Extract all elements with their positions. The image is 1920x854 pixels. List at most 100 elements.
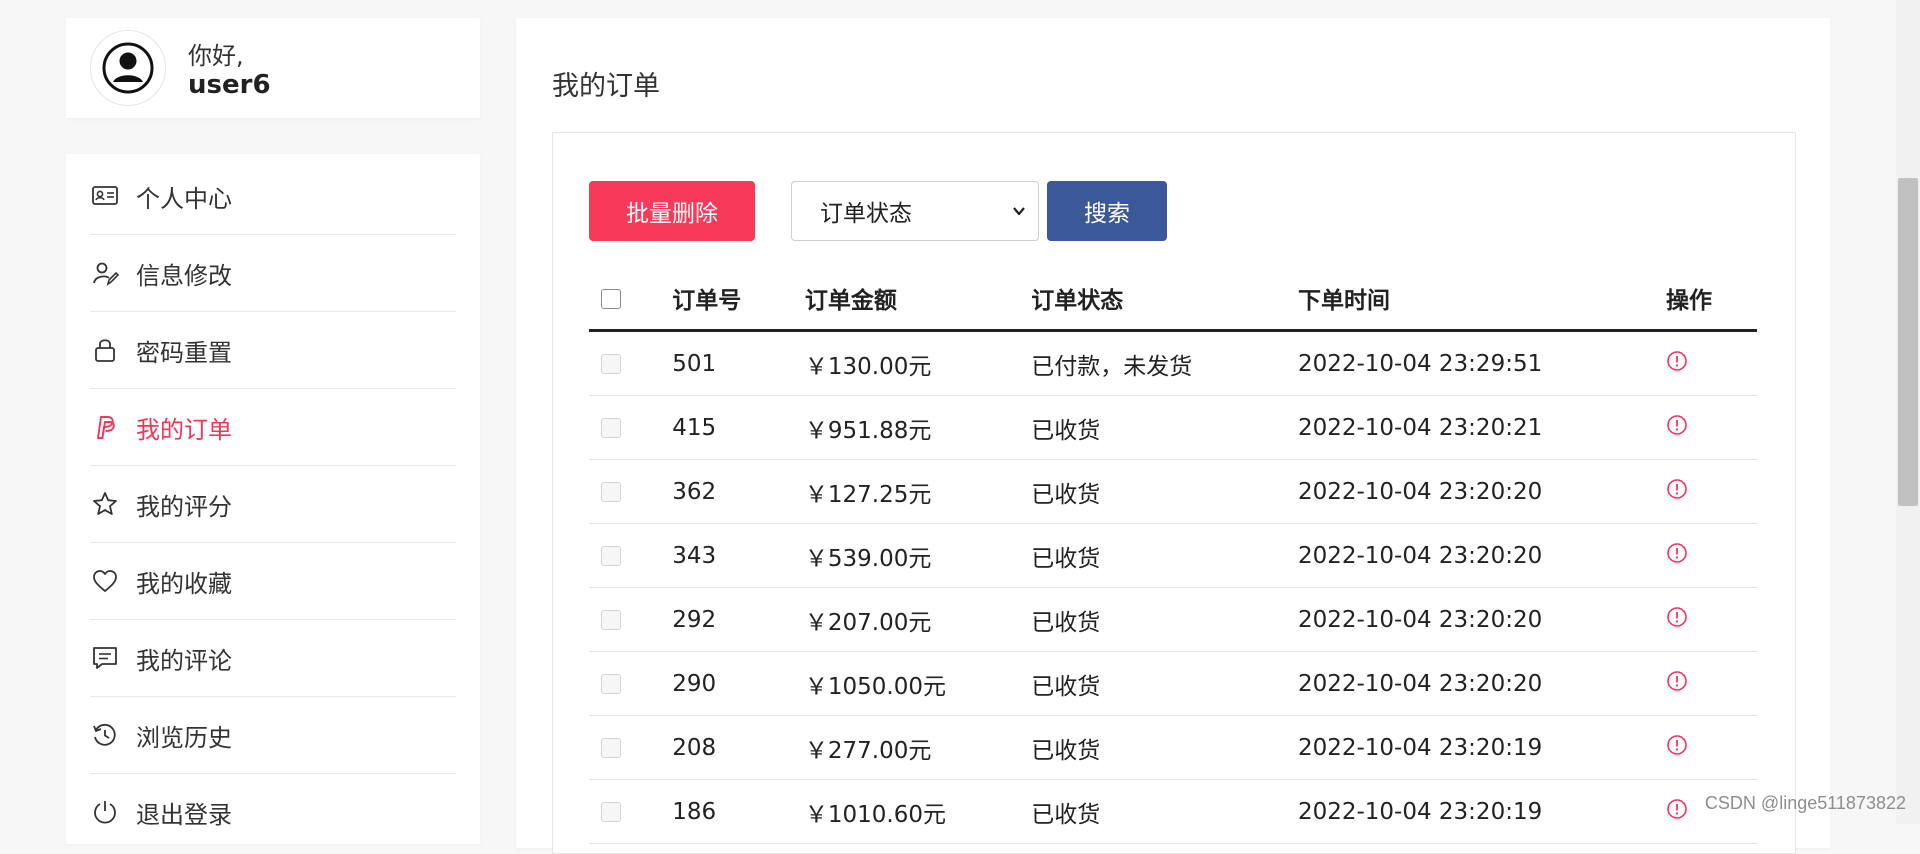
sidebar-item-my-comments[interactable]: 我的评论 [90,620,456,697]
table-row: 362 ￥127.25元 已收货 2022-10-04 23:20:20 [589,459,1757,524]
greeting-text: 你好, [188,42,244,70]
sidebar-item-label: 退出登录 [136,800,232,829]
scrollbar-thumb[interactable] [1898,178,1918,506]
order-status-cell: 已付款，未发货 [1031,330,1298,396]
select-all-checkbox[interactable] [601,288,621,309]
page-scrollbar[interactable] [1896,0,1920,824]
chevron-down-icon [1013,207,1025,216]
order-time-cell: 2022-10-04 23:20:20 [1297,523,1666,588]
row-checkbox[interactable] [601,354,621,374]
action-cell [1665,395,1757,460]
sidebar-item-my-ratings[interactable]: 我的评分 [90,466,456,543]
header-order-amount: 订单金额 [804,267,1032,332]
action-cell [1665,523,1757,588]
order-id-cell: 292 [672,587,805,652]
table-row: 292 ￥207.00元 已收货 2022-10-04 23:20:20 [589,587,1757,652]
action-cell [1665,459,1757,524]
sidebar-item-label: 我的评论 [136,646,232,675]
table-row: 415 ￥951.88元 已收货 2022-10-04 23:20:21 [589,395,1757,460]
info-circle-icon[interactable] [1666,414,1688,436]
row-checkbox[interactable] [601,674,621,694]
header-order-status: 订单状态 [1031,267,1298,332]
header-actions: 操作 [1665,267,1757,332]
order-time-cell: 2022-10-04 23:29:51 [1297,330,1666,396]
header-order-id: 订单号 [672,267,805,332]
sidebar-item-my-favorites[interactable]: 我的收藏 [90,543,456,620]
info-circle-icon[interactable] [1666,734,1688,756]
table-row: 290 ￥1050.00元 已收货 2022-10-04 23:20:20 [589,651,1757,716]
user-card: 你好, user6 [66,18,480,118]
order-time-cell: 2022-10-04 23:20:20 [1297,587,1666,652]
row-checkbox[interactable] [601,482,621,502]
order-status-cell: 已收货 [1031,779,1298,844]
info-circle-icon[interactable] [1666,542,1688,564]
sidebar-item-password-reset[interactable]: 密码重置 [90,312,456,389]
history-icon [90,720,120,750]
info-circle-icon[interactable] [1666,478,1688,500]
order-amount-cell: ￥277.00元 [804,715,1032,780]
page-title: 我的订单 [552,71,660,102]
order-id-cell: 186 [672,779,805,844]
order-id-cell: 415 [672,395,805,460]
sidebar-item-label: 个人中心 [136,184,232,213]
power-icon [90,797,120,827]
order-status-cell: 已收货 [1031,587,1298,652]
action-cell [1665,651,1757,716]
order-status-cell: 已收货 [1031,459,1298,524]
sidebar-item-label: 我的订单 [136,415,232,444]
action-cell [1665,330,1757,396]
sidebar-item-my-orders[interactable]: 我的订单 [90,389,456,466]
order-id-cell: 362 [672,459,805,524]
order-status-select[interactable]: 订单状态 [791,181,1039,241]
lock-icon [90,335,120,365]
username: user6 [188,70,271,100]
paypal-icon [90,412,120,442]
sidebar-item-label: 浏览历史 [136,723,232,752]
order-id-cell: 343 [672,523,805,588]
row-checkbox[interactable] [601,610,621,630]
table-header-row: 订单号 订单金额 订单状态 下单时间 操作 [589,267,1757,332]
order-amount-cell: ￥130.00元 [804,330,1032,396]
row-checkbox[interactable] [601,738,621,758]
sidebar-item-edit-info[interactable]: 信息修改 [90,235,456,312]
order-time-cell: 2022-10-04 23:20:20 [1297,651,1666,716]
info-circle-icon[interactable] [1666,670,1688,692]
order-time-cell: 2022-10-04 23:20:19 [1297,779,1666,844]
header-select-all-cell [589,267,673,332]
table-row: 208 ￥277.00元 已收货 2022-10-04 23:20:19 [589,715,1757,780]
sidebar-item-label: 信息修改 [136,261,232,290]
header-order-time: 下单时间 [1297,267,1666,332]
order-time-cell: 2022-10-04 23:20:20 [1297,459,1666,524]
batch-delete-button[interactable]: 批量删除 [589,181,755,241]
order-id-cell: 290 [672,651,805,716]
row-checkbox[interactable] [601,546,621,566]
action-cell [1665,715,1757,780]
order-status-cell: 已收货 [1031,651,1298,716]
info-circle-icon[interactable] [1666,606,1688,628]
order-status-cell: 已收货 [1031,715,1298,780]
id-card-icon [90,181,120,211]
orders-panel: 我的订单 批量删除 订单状态 搜索 订单号 订单金额 订单状态 下单时间 操作 [516,18,1830,854]
order-status-select-value: 订单状态 [820,201,912,227]
row-checkbox[interactable] [601,802,621,822]
comment-icon [90,643,120,673]
sidebar-item-browsing-history[interactable]: 浏览历史 [90,697,456,774]
sidebar-item-label: 我的收藏 [136,569,232,598]
table-row: 343 ￥539.00元 已收货 2022-10-04 23:20:20 [589,523,1757,588]
order-status-cell: 已收货 [1031,523,1298,588]
row-checkbox[interactable] [601,418,621,438]
sidebar-item-profile[interactable]: 个人中心 [90,158,456,235]
star-icon [90,489,120,519]
orders-table: 订单号 订单金额 订单状态 下单时间 操作 501 ￥130.00元 已付款，未… [589,267,1757,844]
order-amount-cell: ￥1050.00元 [804,651,1032,716]
watermark-text: CSDN @linge511873822 [1704,793,1906,813]
info-circle-icon[interactable] [1666,798,1688,820]
sidebar-item-logout[interactable]: 退出登录 [90,774,456,850]
user-circle-icon [102,42,154,94]
heart-icon [90,566,120,596]
user-edit-icon [90,258,120,288]
avatar[interactable] [90,30,166,106]
search-button[interactable]: 搜索 [1047,181,1167,241]
info-circle-icon[interactable] [1666,350,1688,372]
order-amount-cell: ￥951.88元 [804,395,1032,460]
